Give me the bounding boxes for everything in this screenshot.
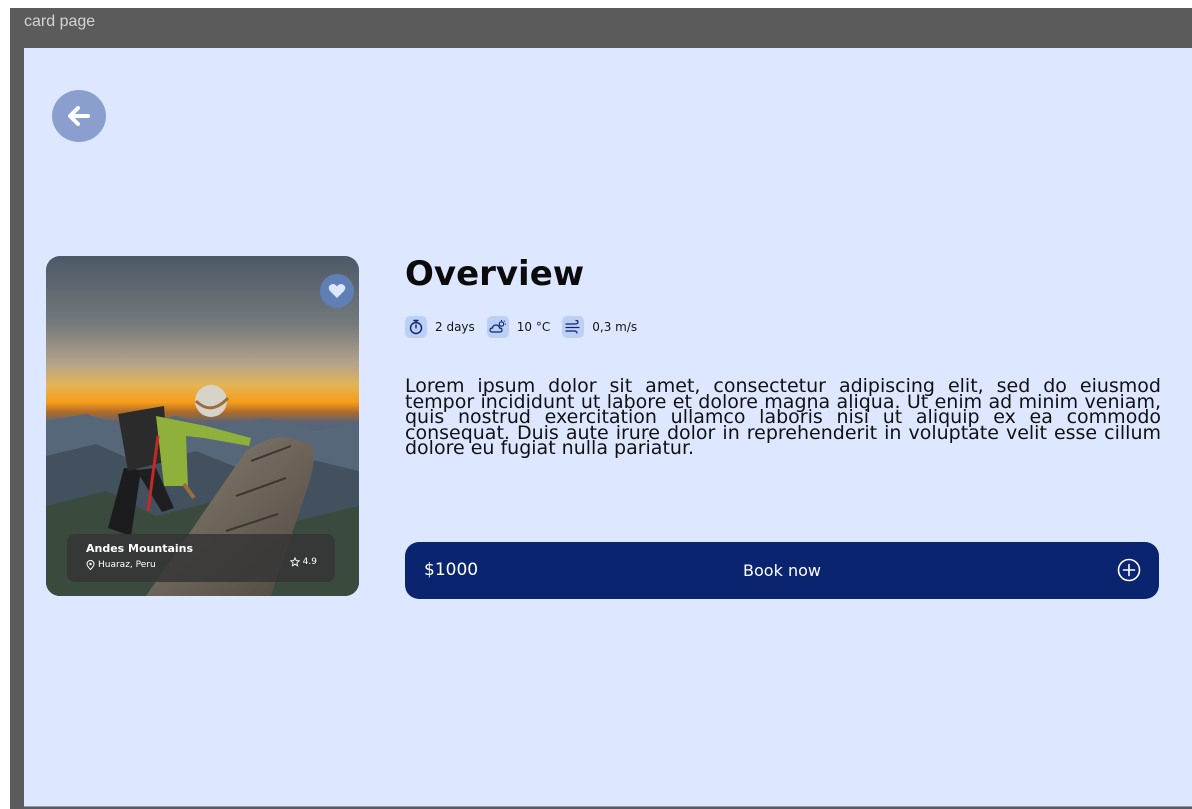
book-now-label: Book now [743,561,821,580]
window-frame: card page Andes Mountains Huaraz, Peru 4… [10,8,1192,809]
wind-icon [562,316,585,338]
destination-card[interactable]: Andes Mountains Huaraz, Peru 4.9 [46,256,359,596]
star-icon [289,557,300,567]
cloud-sun-icon [486,316,509,338]
favorite-button[interactable] [320,274,354,308]
location-text: Huaraz, Peru [98,560,156,570]
destination-name: Andes Mountains [86,542,194,555]
temperature-text: 10 °C [516,320,551,334]
duration-text: 2 days [435,320,475,334]
card-page-canvas: Andes Mountains Huaraz, Peru 4.9 Overvie… [24,48,1192,807]
overview-description: Lorem ipsum dolor sit amet, consectetur … [405,375,1161,460]
wind-text: 0,3 m/s [592,320,638,334]
card-info-bar: Andes Mountains Huaraz, Peru 4.9 [67,534,335,582]
map-pin-icon [86,560,95,570]
window-title: card page [24,13,96,30]
heart-icon [328,284,346,298]
rating-value: 4.9 [302,557,317,567]
destination-rating: 4.9 [289,557,317,567]
overview-title: Overview [405,254,585,294]
trip-stats: 2 days 10 °C 0,3 m/s [405,316,641,338]
arrow-left-icon [68,106,90,126]
stopwatch-icon [405,316,427,338]
plus-circle-icon [1117,558,1141,582]
back-button[interactable] [52,90,106,142]
book-now-button[interactable]: $1000 Book now [405,542,1159,599]
destination-location: Huaraz, Peru [86,560,156,570]
